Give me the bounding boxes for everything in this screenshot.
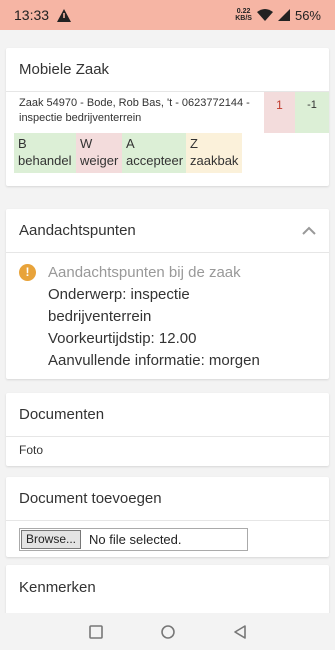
zaak-description: Zaak 54970 - Bode, Rob Bas, 't - 0623772…	[19, 97, 250, 124]
document-item[interactable]: Foto	[6, 437, 329, 457]
documenten-title: Documenten	[6, 393, 329, 437]
file-status: No file selected.	[89, 532, 182, 547]
aandacht-line: Aanvullende informatie: morgen	[48, 352, 260, 369]
aandachtspunten-text: Aandachtspunten bij de zaak Onderwerp: i…	[48, 262, 260, 372]
aandachtspunten-body: ! Aandachtspunten bij de zaak Onderwerp:…	[6, 253, 329, 372]
android-nav-bar	[0, 613, 335, 650]
back-icon[interactable]	[232, 624, 248, 640]
document-toevoegen-card: Document toevoegen Browse... No file sel…	[6, 477, 329, 557]
zaak-count-green: -1	[295, 92, 329, 133]
accepteer-button[interactable]: A accepteer	[122, 133, 186, 173]
zaak-row[interactable]: Zaak 54970 - Bode, Rob Bas, 't - 0623772…	[6, 92, 329, 133]
zaak-card: Mobiele Zaak Zaak 54970 - Bode, Rob Bas,…	[6, 48, 329, 186]
recents-icon[interactable]	[88, 624, 104, 640]
status-time: 13:33	[14, 7, 50, 23]
behandel-button[interactable]: B behandel	[14, 133, 76, 173]
aandachtspunten-header[interactable]: Aandachtspunten	[6, 209, 329, 253]
document-toevoegen-title: Document toevoegen	[6, 477, 329, 521]
aandachtspunten-heading: Aandachtspunten bij de zaak	[48, 264, 241, 281]
aandacht-line: Onderwerp: inspectie	[48, 286, 190, 303]
zaak-actions: B behandel W weiger A accepteer Z zaakba…	[6, 133, 329, 173]
zaakbak-button[interactable]: Z zaakbak	[186, 133, 242, 173]
aandacht-line: bedrijventerrein	[48, 308, 152, 325]
exclamation-icon: !	[19, 264, 36, 281]
file-input[interactable]: Browse... No file selected.	[19, 528, 248, 551]
data-rate: 0.22 KB/S	[235, 8, 252, 22]
weiger-button[interactable]: W weiger	[76, 133, 122, 173]
status-right: 0.22 KB/S 56%	[235, 8, 321, 23]
wifi-icon	[256, 9, 273, 21]
zaak-card-title: Mobiele Zaak	[6, 48, 329, 92]
signal-icon	[277, 9, 290, 21]
home-icon[interactable]	[160, 624, 176, 640]
battery-percent: 56%	[294, 7, 321, 23]
browse-button[interactable]: Browse...	[21, 530, 82, 549]
file-row: Browse... No file selected.	[6, 521, 329, 551]
chevron-up-icon[interactable]	[302, 226, 316, 235]
warning-icon	[57, 8, 72, 22]
status-bar: 13:33 0.22 KB/S 56%	[0, 0, 335, 30]
aandacht-line: Voorkeurtijdstip: 12.00	[48, 330, 197, 347]
documenten-card: Documenten Foto	[6, 393, 329, 466]
zaak-count-red: 1	[264, 92, 295, 133]
kenmerken-title[interactable]: Kenmerken	[6, 565, 329, 609]
aandachtspunten-title: Aandachtspunten	[19, 222, 136, 239]
aandachtspunten-card: Aandachtspunten ! Aandachtspunten bij de…	[6, 209, 329, 379]
